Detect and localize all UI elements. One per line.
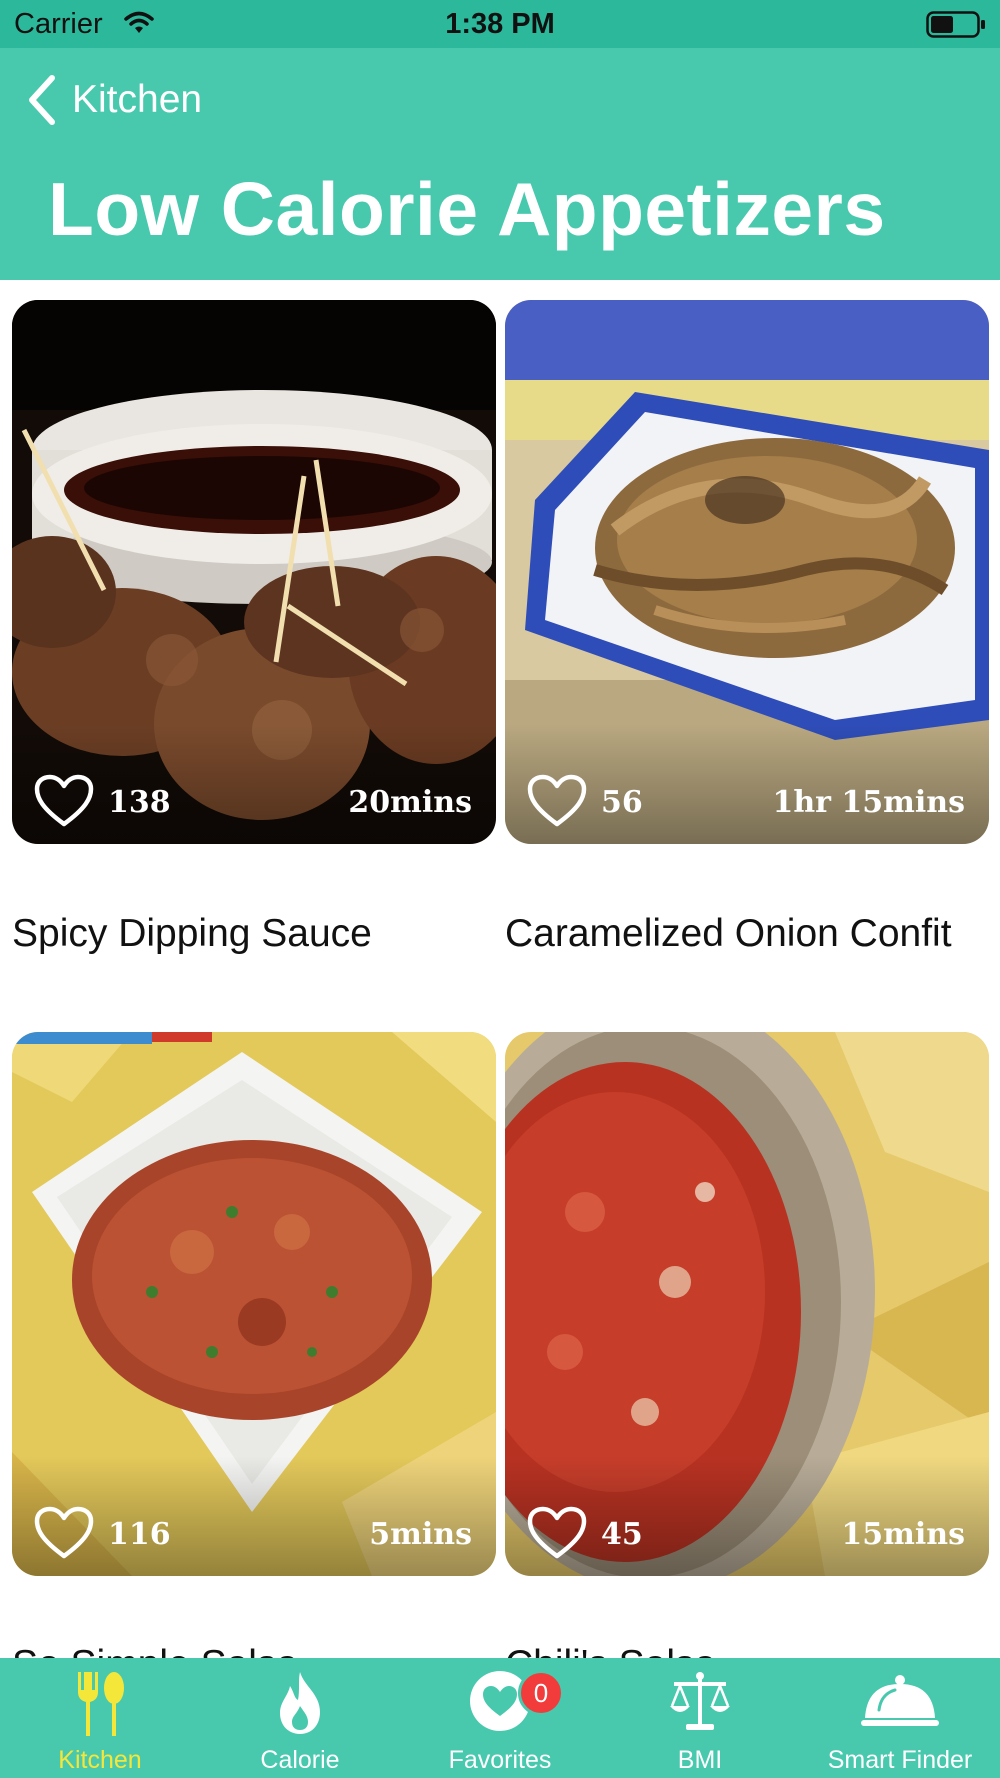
favorites-count-badge: 0 bbox=[518, 1670, 564, 1716]
heart-icon[interactable] bbox=[527, 774, 587, 828]
tab-kitchen[interactable]: Kitchen bbox=[0, 1658, 200, 1778]
cook-time: 20mins bbox=[348, 785, 472, 820]
back-button[interactable]: Kitchen bbox=[26, 72, 202, 128]
cook-time: 5mins bbox=[369, 1517, 472, 1552]
recipe-card-spicy-dipping-sauce[interactable]: 138 20mins bbox=[12, 300, 496, 844]
like-count: 45 bbox=[601, 1517, 643, 1552]
like-count: 116 bbox=[108, 1517, 171, 1552]
recipe-title[interactable]: Spicy Dipping Sauce bbox=[12, 912, 372, 956]
recipe-card-chilis-salsa[interactable]: 45 15mins bbox=[505, 1032, 989, 1576]
tab-label: Calorie bbox=[260, 1746, 340, 1774]
heart-icon[interactable] bbox=[34, 774, 94, 828]
tab-bar: Kitchen Calorie 0 Favorites BMI Smart Fi… bbox=[0, 1658, 1000, 1778]
tab-label: BMI bbox=[677, 1746, 723, 1774]
recipe-card-so-simple-salsa[interactable]: 116 5mins bbox=[12, 1032, 496, 1576]
navigation-header: Kitchen Low Calorie Appetizers bbox=[0, 48, 1000, 280]
tab-label: Favorites bbox=[448, 1746, 552, 1774]
tab-favorites[interactable]: 0 Favorites bbox=[400, 1658, 600, 1778]
scale-icon bbox=[670, 1672, 730, 1730]
recipe-title[interactable]: Caramelized Onion Confit bbox=[505, 912, 952, 956]
like-count: 56 bbox=[601, 785, 643, 820]
flame-icon bbox=[280, 1672, 320, 1734]
cook-time: 1hr 15mins bbox=[772, 785, 965, 820]
tab-label: Smart Finder bbox=[827, 1746, 973, 1774]
battery-icon bbox=[926, 11, 985, 38]
fork-spoon-icon bbox=[78, 1672, 124, 1736]
cloche-icon bbox=[861, 1675, 939, 1726]
cook-time: 15mins bbox=[841, 1517, 965, 1552]
status-time: 1:38 PM bbox=[445, 8, 555, 40]
tab-calorie[interactable]: Calorie bbox=[200, 1658, 400, 1778]
page-title: Low Calorie Appetizers bbox=[48, 167, 886, 251]
status-bar: Carrier 1:38 PM bbox=[0, 0, 1000, 48]
chevron-left-icon bbox=[29, 75, 55, 125]
tab-bmi[interactable]: BMI bbox=[600, 1658, 800, 1778]
recipe-card-caramelized-onion-confit[interactable]: 56 1hr 15mins bbox=[505, 300, 989, 844]
tab-smart-finder[interactable]: Smart Finder bbox=[800, 1658, 1000, 1778]
tab-label: Kitchen bbox=[58, 1746, 142, 1774]
back-label: Kitchen bbox=[72, 78, 203, 121]
heart-icon[interactable] bbox=[527, 1506, 587, 1560]
heart-icon[interactable] bbox=[34, 1506, 94, 1560]
like-count: 138 bbox=[108, 785, 171, 820]
